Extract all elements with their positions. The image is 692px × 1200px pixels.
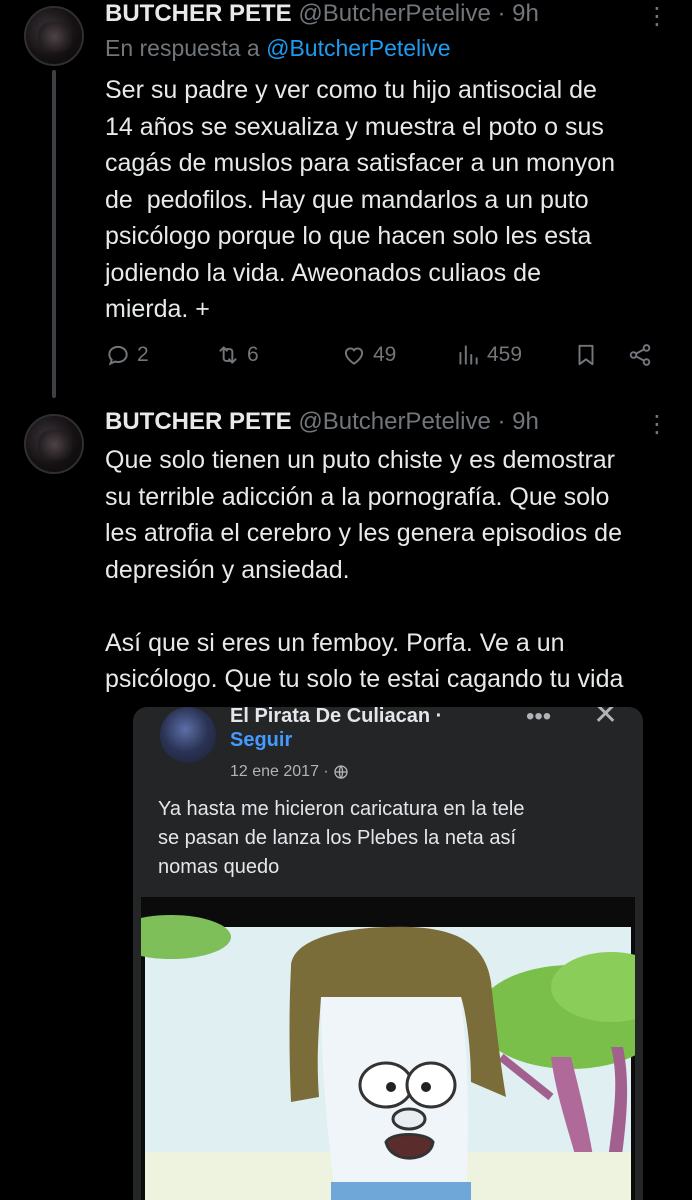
views-button[interactable]: 459	[455, 342, 522, 368]
author-name[interactable]: BUTCHER PETE	[105, 408, 292, 435]
tweet-media-image[interactable]: El Pirata De Culiacan · Seguir 12 ene 20…	[133, 707, 643, 1200]
more-icon[interactable]: ⋮	[645, 2, 670, 31]
fb-post-text: Ya hasta me hicieron caricatura en la te…	[158, 798, 525, 878]
tweet-1[interactable]: BUTCHER PETE @ButcherPetelive · 9h ⋮ En …	[0, 0, 692, 400]
avatar[interactable]	[160, 707, 216, 763]
share-icon	[629, 344, 651, 366]
repost-count: 6	[247, 343, 259, 366]
reply-context: En respuesta a @ButcherPetelive	[105, 35, 451, 62]
reply-button[interactable]: 2	[105, 342, 149, 368]
repost-icon	[219, 346, 237, 364]
bookmark-icon	[578, 344, 594, 366]
like-button[interactable]: 49	[341, 342, 396, 368]
like-count: 49	[373, 343, 397, 366]
close-icon: ✕	[593, 707, 619, 731]
fb-author-name: El Pirata De Culiacan ·	[230, 707, 443, 727]
fb-post-date: 12 ene 2017 ·	[230, 763, 349, 781]
tweet-text: Que solo tienen un puto chiste y es demo…	[105, 446, 624, 693]
avatar[interactable]	[24, 414, 84, 474]
author-name[interactable]: BUTCHER PETE	[105, 0, 292, 27]
views-icon	[459, 345, 478, 365]
share-button[interactable]	[627, 342, 653, 368]
views-count: 459	[487, 343, 523, 366]
tweet-text: Ser su padre y ver como tu hijo antisoci…	[105, 76, 615, 323]
reply-count: 2	[137, 343, 149, 366]
reply-prefix: En respuesta a	[105, 35, 260, 61]
reply-icon	[108, 345, 128, 366]
bookmark-button[interactable]	[573, 342, 599, 368]
cartoon-illustration	[141, 897, 635, 1200]
avatar[interactable]	[24, 6, 84, 66]
tweet-actions: 2 6 49 459	[105, 342, 660, 378]
like-icon	[344, 347, 364, 365]
globe-icon	[334, 765, 348, 779]
tweet-header: BUTCHER PETE @ButcherPetelive · 9h	[105, 0, 539, 28]
author-handle[interactable]: @ButcherPetelive · 9h	[298, 408, 538, 435]
author-handle[interactable]: @ButcherPetelive · 9h	[298, 0, 538, 27]
tweet-header: BUTCHER PETE @ButcherPetelive · 9h	[105, 408, 539, 436]
more-icon: •••	[526, 707, 552, 730]
repost-button[interactable]: 6	[215, 342, 259, 368]
fb-date-text: 12 ene 2017 ·	[230, 763, 329, 780]
follow-link: Seguir	[230, 729, 293, 751]
more-icon[interactable]: ⋮	[645, 410, 670, 439]
cartoon-image	[141, 897, 635, 1200]
reply-mention[interactable]: @ButcherPetelive	[266, 35, 450, 61]
